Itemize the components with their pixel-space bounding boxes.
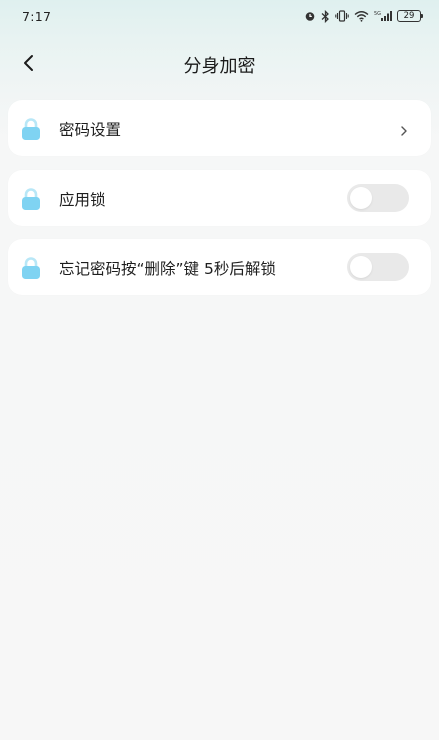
forgot-password-unlock-toggle[interactable]: [347, 253, 409, 281]
lock-icon: [20, 187, 42, 211]
status-bar: 7:17 5G 29: [0, 0, 439, 34]
app-lock-row: 应用锁: [8, 170, 431, 226]
toggle-knob: [350, 187, 372, 209]
wifi-icon: [354, 10, 369, 22]
password-settings-row[interactable]: 密码设置: [8, 100, 431, 156]
status-time: 7:17: [22, 9, 52, 24]
toggle-knob: [350, 256, 372, 278]
lock-icon: [20, 117, 42, 141]
battery-icon: 29: [397, 10, 423, 22]
cellular-signal-icon: 5G: [374, 10, 392, 22]
lock-icon: [20, 256, 42, 280]
page-title: 分身加密: [183, 56, 256, 77]
forgot-password-unlock-label: 忘记密码按“删除”键 5秒后解锁: [59, 260, 276, 278]
svg-text:5G: 5G: [374, 11, 381, 17]
vibrate-icon: [335, 10, 349, 22]
bluetooth-icon: [321, 9, 330, 23]
app-lock-label: 应用锁: [59, 191, 106, 209]
title-bar: 分身加密: [0, 38, 439, 90]
status-icons: 5G 29: [304, 8, 423, 24]
chevron-right-icon: [399, 122, 409, 136]
app-lock-toggle[interactable]: [347, 184, 409, 212]
forgot-password-unlock-row: 忘记密码按“删除”键 5秒后解锁: [8, 239, 431, 295]
password-settings-label: 密码设置: [59, 121, 122, 139]
alarm-icon: [304, 10, 316, 22]
